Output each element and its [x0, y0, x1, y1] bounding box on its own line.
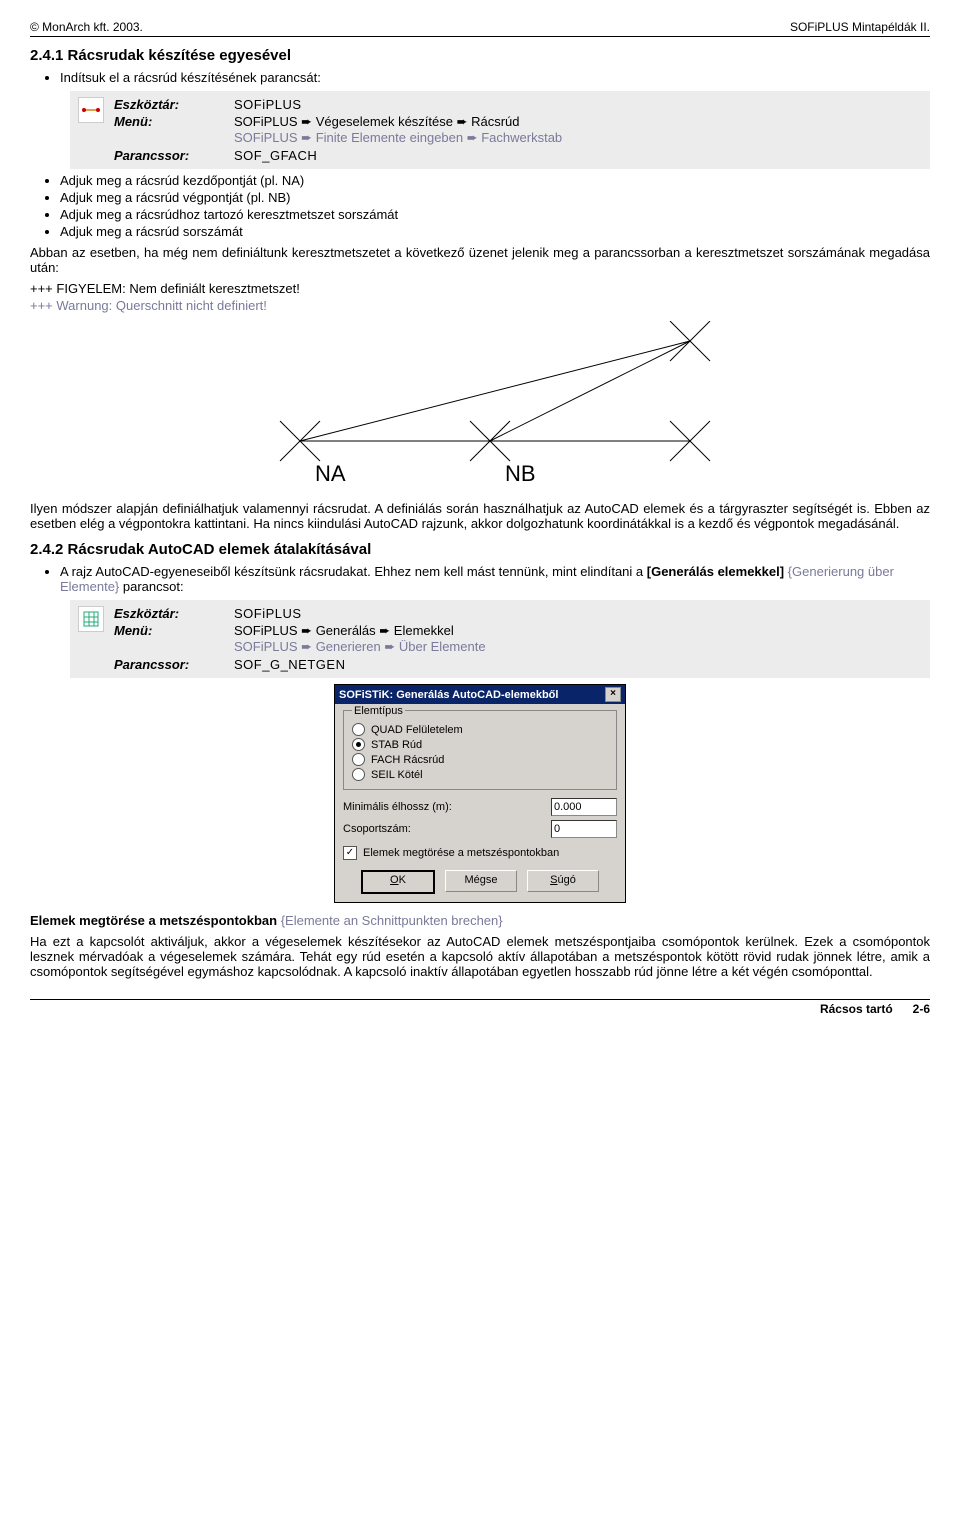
step-bullet: Adjuk meg a rácsrúdhoz tartozó keresztme…	[60, 207, 930, 222]
header-right: SOFiPLUS Mintapéldák II.	[790, 20, 930, 34]
paragraph: Ilyen módszer alapján definiálhatjuk val…	[30, 501, 930, 531]
radio-stab[interactable]: STAB Rúd	[352, 738, 608, 751]
diagram-label-na: NA	[315, 461, 346, 486]
menu-label: Menü:	[114, 114, 224, 146]
ok-button[interactable]: OK	[361, 870, 435, 894]
close-button[interactable]: ×	[605, 687, 621, 702]
generate-dialog: SOFiSTiK: Generálás AutoCAD-elemekből × …	[334, 684, 626, 903]
parancssor-label: Parancssor:	[114, 657, 224, 672]
eszkoztar-label: Eszköztár:	[114, 97, 224, 112]
step-bullet: Adjuk meg a rácsrúd végpontját (pl. NB)	[60, 190, 930, 205]
radio-quad[interactable]: QUAD Felületelem	[352, 723, 608, 736]
eszkoztar-value: SOFiPLUS	[234, 606, 486, 621]
checkbox-label: Elemek megtörése a metszéspontokban	[363, 847, 559, 859]
command-box-2: Eszköztár: SOFiPLUS Menü: SOFiPLUS ➨ Gen…	[70, 600, 930, 678]
min-edge-input[interactable]	[551, 798, 617, 816]
diagram-label-nb: NB	[505, 461, 536, 486]
paragraph: Ha ezt a kapcsolót aktiváljuk, akkor a v…	[30, 934, 930, 979]
truss-diagram: NA NB	[220, 321, 740, 491]
subheading-de: {Elemente an Schnittpunkten brechen}	[281, 913, 503, 928]
section-242-title: 2.4.2 Rácsrudak AutoCAD elemek átalakítá…	[30, 541, 930, 558]
subheading: Elemek megtörése a metszéspontokban	[30, 913, 277, 928]
footer-section: Rácsos tartó	[820, 1002, 893, 1016]
intro-bullet: A rajz AutoCAD-egyeneseiből készítsünk r…	[60, 564, 930, 594]
cancel-button[interactable]: Mégse	[445, 870, 517, 892]
parancssor-value: SOF_G_NETGEN	[234, 657, 486, 672]
command-box-1: Eszköztár: SOFiPLUS Menü: SOFiPLUS ➨ Vég…	[70, 91, 930, 169]
radio-fach[interactable]: FACH Rácsrúd	[352, 753, 608, 766]
eszkoztar-label: Eszköztár:	[114, 606, 224, 621]
menu-value-primary: SOFiPLUS ➨ Végeselemek készítése ➨ Rácsr…	[234, 114, 520, 129]
warning-line: +++ FIGYELEM: Nem definiált keresztmetsz…	[30, 281, 930, 296]
eszkoztar-value: SOFiPLUS	[234, 97, 562, 112]
help-button[interactable]: Súgó	[527, 870, 599, 892]
radio-seil[interactable]: SEIL Kötél	[352, 768, 608, 781]
header-left: © MonArch kft. 2003.	[30, 20, 143, 34]
footer-page: 2-6	[913, 1002, 930, 1016]
step-bullet: Adjuk meg a rácsrúd kezdőpontját (pl. NA…	[60, 173, 930, 188]
elemtipus-legend: Elemtípus	[352, 705, 405, 717]
menu-value-secondary: SOFiPLUS ➨ Finite Elemente eingeben ➨ Fa…	[234, 130, 562, 145]
section-241-title: 2.4.1 Rácsrudak készítése egyesével	[30, 47, 930, 64]
truss-member-icon	[78, 97, 104, 123]
warning-line-de: +++ Warnung: Querschnitt nicht definiert…	[30, 298, 930, 313]
group-num-input[interactable]	[551, 820, 617, 838]
menu-value-secondary: SOFiPLUS ➨ Generieren ➨ Über Elemente	[234, 639, 486, 654]
min-edge-label: Minimális élhossz (m):	[343, 801, 452, 813]
dialog-title-text: SOFiSTiK: Generálás AutoCAD-elemekből	[339, 689, 558, 701]
parancssor-label: Parancssor:	[114, 148, 224, 163]
intro-bullet: Indítsuk el a rácsrúd készítésének paran…	[60, 70, 930, 85]
group-num-label: Csoportszám:	[343, 823, 411, 835]
step-bullet: Adjuk meg a rácsrúd sorszámát	[60, 224, 930, 239]
break-checkbox-row[interactable]: ✓ Elemek megtörése a metszéspontokban	[343, 846, 617, 860]
checkbox-icon: ✓	[343, 846, 357, 860]
menu-value-primary: SOFiPLUS ➨ Generálás ➨ Elemekkel	[234, 623, 454, 638]
paragraph: Abban az esetben, ha még nem definiáltun…	[30, 245, 930, 275]
menu-label: Menü:	[114, 623, 224, 655]
generate-icon	[78, 606, 104, 632]
parancssor-value: SOF_GFACH	[234, 148, 562, 163]
